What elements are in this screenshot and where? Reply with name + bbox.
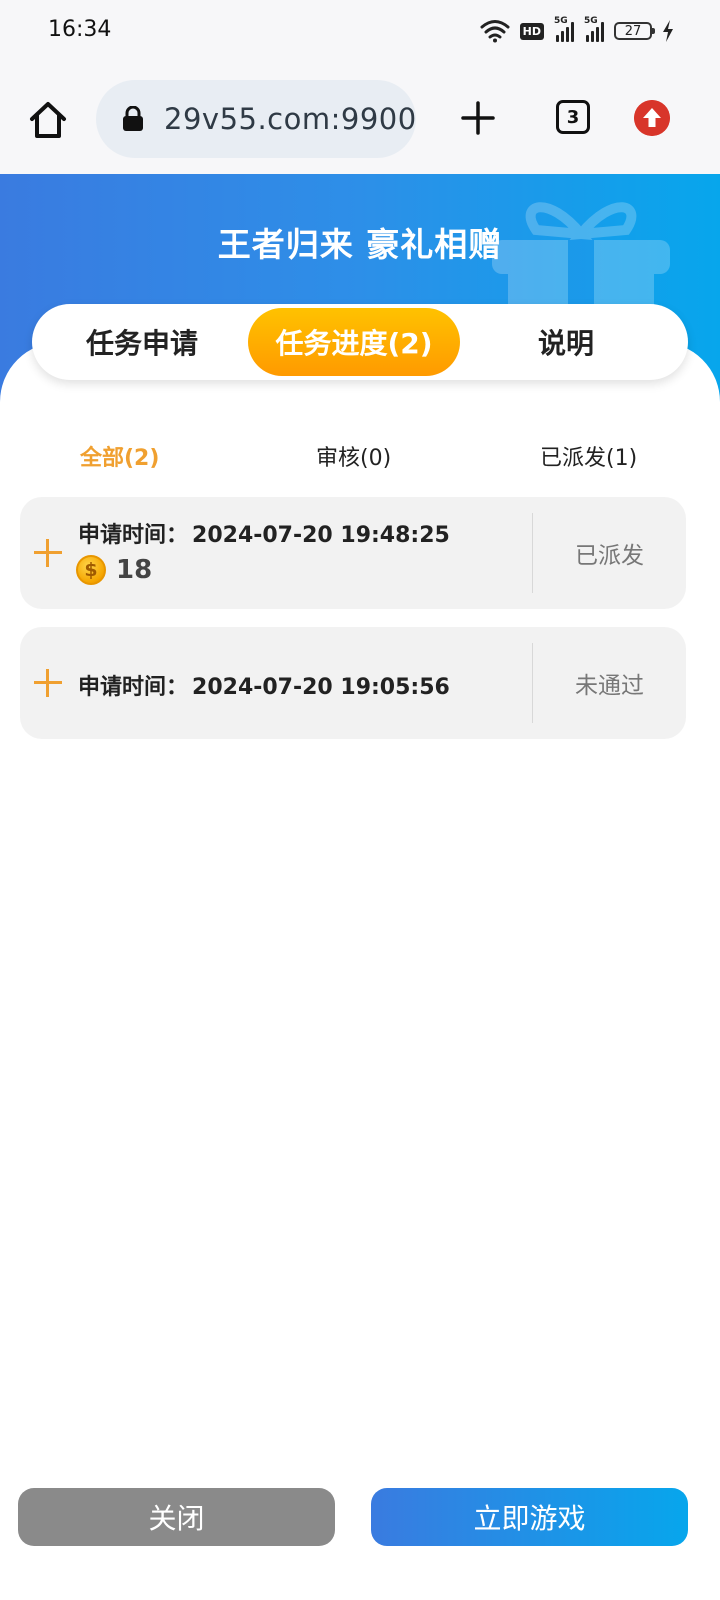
signal-label: 5G xyxy=(554,16,568,26)
coin-icon: $ xyxy=(76,555,106,585)
apply-time-value: 2024-07-20 19:05:56 xyxy=(192,675,450,700)
reward-amount: 18 xyxy=(116,555,153,585)
filter-all[interactable]: 全部(2) xyxy=(80,440,159,472)
expand-plus-icon[interactable] xyxy=(34,539,62,567)
url-text: 29v55.com:9900 xyxy=(164,102,417,136)
tab-task-apply[interactable]: 任务申请 xyxy=(44,308,240,376)
tab-instructions[interactable]: 说明 xyxy=(468,308,664,376)
apply-time-label: 申请时间： xyxy=(78,675,189,700)
wifi-icon xyxy=(480,20,510,43)
apply-time-label: 申请时间： xyxy=(78,523,189,548)
browser-toolbar: 29v55.com:9900 3 xyxy=(0,64,720,174)
charging-bolt-icon xyxy=(663,20,673,42)
signal-icon: 5G xyxy=(554,16,574,42)
record-item[interactable]: 申请时间： 2024-07-20 19:48:25 $ 18 已派发 xyxy=(20,497,686,609)
address-bar[interactable]: 29v55.com:9900 xyxy=(96,80,416,158)
battery-icon: 27 xyxy=(614,22,655,40)
apply-time-value: 2024-07-20 19:48:25 xyxy=(192,523,450,548)
record-item[interactable]: 申请时间： 2024-07-20 19:05:56 未通过 xyxy=(20,627,686,739)
tab-switcher-button[interactable]: 3 xyxy=(556,100,590,134)
signal-label: 5G xyxy=(584,16,598,26)
expand-plus-icon[interactable] xyxy=(34,669,62,697)
main-tab-bar: 任务申请 任务进度(2) 说明 xyxy=(32,304,688,380)
status-time: 16:34 xyxy=(48,17,112,42)
lock-icon xyxy=(123,106,143,131)
apply-time: 申请时间： 2024-07-20 19:05:56 xyxy=(78,669,450,701)
signal-icon: 5G xyxy=(584,16,604,42)
home-icon[interactable] xyxy=(26,98,70,142)
close-button[interactable]: 关闭 xyxy=(18,1488,335,1546)
status-icons: HD 5G 5G 27 xyxy=(480,16,674,46)
status-label: 已派发 xyxy=(575,543,644,569)
filter-dispatched[interactable]: 已派发(1) xyxy=(540,440,637,472)
new-tab-button[interactable] xyxy=(460,100,496,136)
hero-title: 王者归来 豪礼相赠 xyxy=(217,225,503,264)
apply-time: 申请时间： 2024-07-20 19:48:25 xyxy=(78,517,450,549)
status-label: 未通过 xyxy=(575,673,644,699)
filter-reviewing[interactable]: 审核(0) xyxy=(316,440,391,472)
update-arrow-icon[interactable] xyxy=(634,100,670,136)
play-now-button[interactable]: 立即游戏 xyxy=(371,1488,688,1546)
reward: $ 18 xyxy=(76,555,152,585)
tab-task-progress[interactable]: 任务进度(2) xyxy=(248,308,460,376)
hd-badge: HD xyxy=(519,22,544,40)
status-bar: 16:34 HD 5G 5G 27 xyxy=(0,0,720,64)
